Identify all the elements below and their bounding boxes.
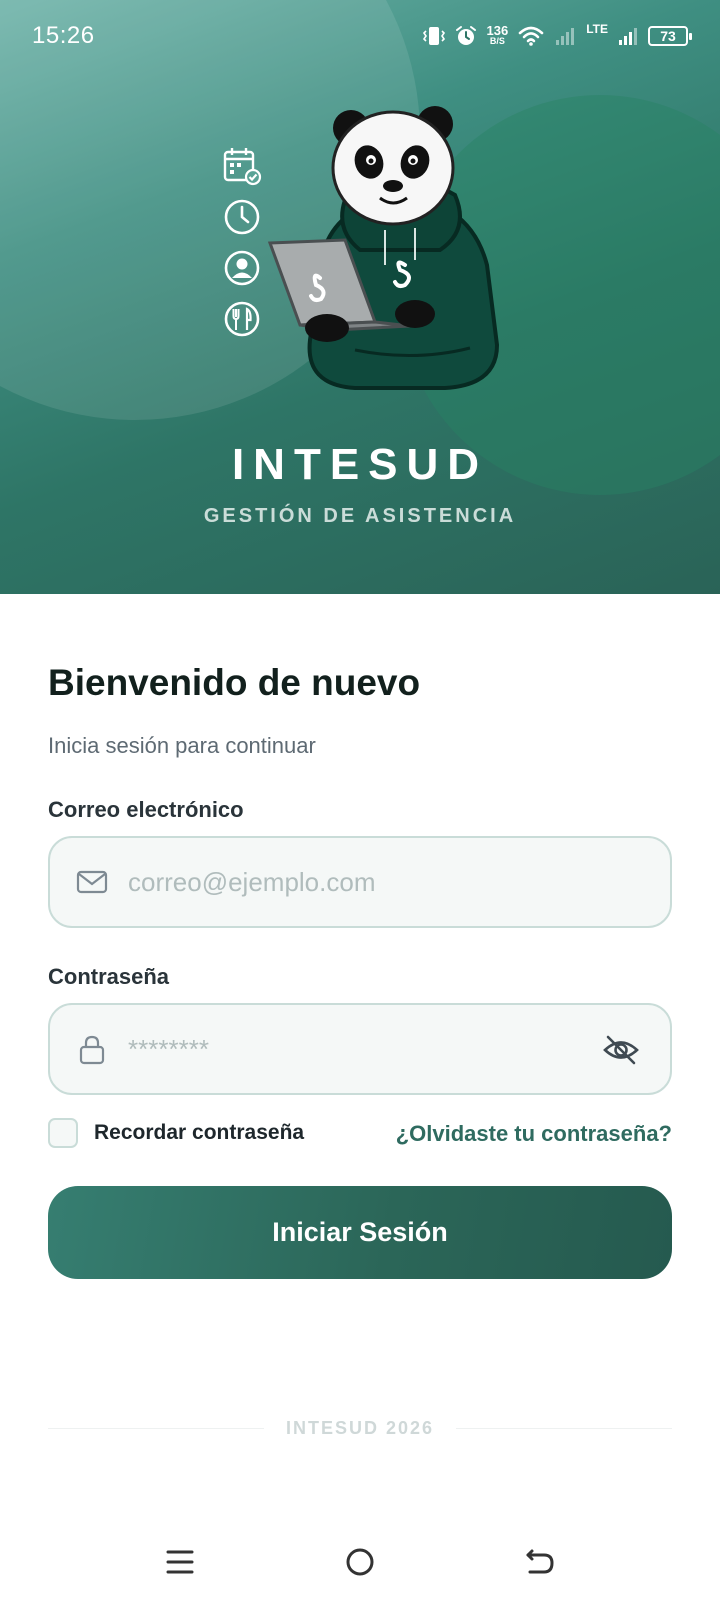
welcome-title: Bienvenido de nuevo [48, 662, 421, 703]
status-icons: 136 B/S LTE 73 [422, 20, 692, 52]
email-label: Correo electrónico [48, 797, 244, 822]
back-icon[interactable] [520, 1542, 560, 1582]
remember-password-option[interactable]: Recordar contraseña [48, 1118, 304, 1148]
email-field-container[interactable] [48, 836, 672, 928]
battery-level: 73 [660, 28, 676, 44]
lock-icon [79, 1035, 105, 1065]
eye-off-icon[interactable] [602, 1033, 640, 1067]
vibrate-icon [422, 27, 445, 45]
forgot-password-link[interactable]: ¿Olvidaste tu contraseña? [396, 1121, 672, 1147]
welcome-subtitle: Inicia sesión para continuar [48, 733, 316, 758]
mail-icon [76, 870, 108, 894]
clock-icon [224, 199, 260, 235]
menu-icon[interactable] [160, 1542, 200, 1582]
utensils-icon [224, 301, 260, 337]
login-button[interactable]: Iniciar Sesión [48, 1186, 672, 1279]
remember-checkbox[interactable] [48, 1118, 78, 1148]
brand-subtitle: GESTIÓN DE ASISTENCIA [203, 505, 517, 527]
password-label: Contraseña [48, 964, 170, 989]
panda-mascot-illustration [267, 106, 500, 390]
system-nav-bar [0, 1510, 720, 1600]
calendar-check-icon [223, 148, 262, 186]
network-type: LTE [586, 22, 608, 36]
network-speed: 136 B/S [486, 23, 509, 47]
status-time: 15:26 [32, 22, 95, 49]
battery-indicator: 73 [648, 26, 692, 46]
password-field-container[interactable] [48, 1003, 672, 1095]
hero-banner: 15:26 136 B/S LTE 73 INTESUD GESTIÓN DE … [0, 0, 720, 594]
footer-divider [48, 1428, 264, 1429]
email-input[interactable] [128, 838, 578, 926]
status-bar: 15:26 136 B/S LTE 73 [0, 0, 720, 72]
alarm-icon [455, 26, 476, 45]
feature-icons [222, 146, 268, 350]
signal-icon [619, 28, 637, 45]
login-screen: 15:26 136 B/S LTE 73 INTESUD GESTIÓN DE … [0, 0, 720, 1600]
signal-weak-icon [556, 28, 575, 45]
password-input[interactable] [128, 1005, 578, 1093]
home-icon[interactable] [340, 1542, 380, 1582]
footer: INTESUD 2026 [48, 1418, 672, 1439]
footer-text: INTESUD 2026 [285, 1418, 435, 1438]
brand-title: INTESUD [231, 440, 489, 489]
footer-divider [456, 1428, 672, 1429]
wifi-icon [518, 26, 544, 46]
network-speed-unit: B/S [489, 36, 505, 46]
remember-label: Recordar contraseña [94, 1121, 305, 1144]
user-icon [224, 250, 260, 286]
network-speed-value: 136 [486, 23, 509, 38]
